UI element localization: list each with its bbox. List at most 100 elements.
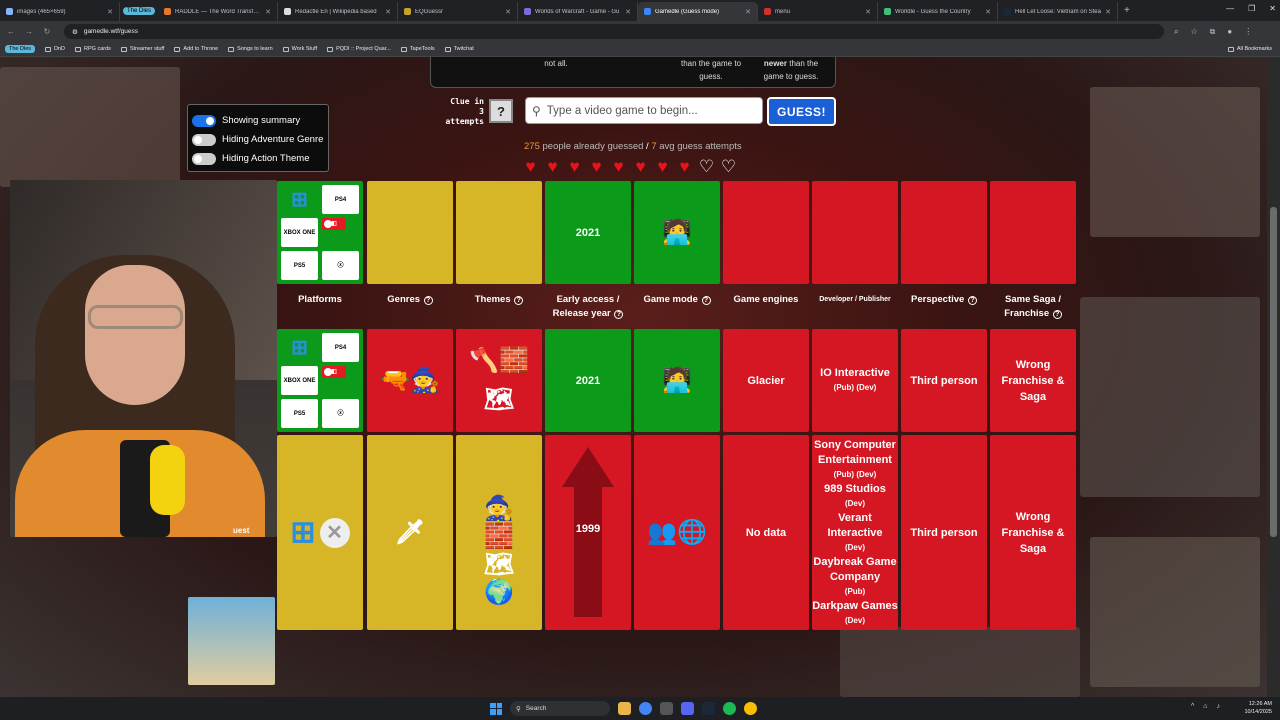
bookmark-pqdi[interactable]: PQDI :: Project Quar... bbox=[327, 46, 391, 52]
close-icon[interactable]: ✕ bbox=[265, 8, 271, 16]
close-icon[interactable]: ✕ bbox=[505, 8, 511, 16]
guess-button[interactable]: GUESS! bbox=[767, 97, 836, 126]
link-icon bbox=[327, 46, 334, 52]
close-window-icon[interactable]: ✕ bbox=[1269, 4, 1276, 13]
tab-worlds-of-warcraft[interactable]: Worlds of Warcraft - Game - Gu ✕ bbox=[518, 2, 639, 21]
discord-icon[interactable] bbox=[681, 702, 694, 715]
shooter-icon: 🔫 bbox=[380, 366, 410, 394]
clock[interactable]: 12:26 AM 10/14/2025 bbox=[1244, 700, 1272, 716]
header-release[interactable]: Early access / Release year ? bbox=[545, 293, 631, 321]
address-bar[interactable]: ⚙ gamedle.wtf/guess bbox=[64, 24, 1164, 39]
new-tab-icon[interactable]: + bbox=[1124, 5, 1130, 16]
help-icon[interactable]: ? bbox=[423, 296, 433, 305]
row2-genres-tile: 🗡 bbox=[367, 435, 453, 630]
spotify-icon[interactable] bbox=[723, 702, 736, 715]
all-bookmarks[interactable]: All Bookmarks bbox=[1227, 46, 1272, 52]
bookmark-twitchat[interactable]: Twitchat bbox=[444, 46, 474, 52]
bookmark-tapetools[interactable]: TapeTools bbox=[400, 46, 435, 52]
bookmark-rpg-cards[interactable]: RPG cards bbox=[75, 46, 111, 52]
network-icon[interactable]: ⌂ bbox=[1203, 703, 1207, 710]
close-icon[interactable]: ✕ bbox=[985, 8, 991, 16]
site-info-icon[interactable]: ⚙ bbox=[72, 28, 78, 36]
back-icon[interactable]: ← bbox=[4, 27, 18, 36]
scrollbar-thumb[interactable] bbox=[1270, 207, 1277, 537]
gamedle-page: not all. than the game to guess. newer t… bbox=[0, 57, 1280, 697]
maximize-icon[interactable]: ❐ bbox=[1248, 4, 1255, 13]
toggle-panel: Showing summary Hiding Adventure Genre H… bbox=[187, 104, 329, 172]
header-saga[interactable]: Same Saga / Franchise ? bbox=[990, 293, 1076, 321]
row1-engine-tile: Glacier bbox=[723, 329, 809, 432]
bookmark-streamer-stuff[interactable]: Streamer stuff bbox=[120, 46, 164, 52]
file-explorer-icon[interactable] bbox=[618, 702, 631, 715]
chrome-icon[interactable] bbox=[639, 702, 652, 715]
close-icon[interactable]: ✕ bbox=[745, 8, 751, 16]
close-icon[interactable]: ✕ bbox=[1105, 8, 1111, 16]
steam-icon[interactable] bbox=[702, 702, 715, 715]
volume-icon[interactable]: ♪ bbox=[1217, 703, 1221, 710]
bookmark-dnd[interactable]: DnD bbox=[45, 46, 65, 52]
chrome-canary-icon[interactable] bbox=[744, 702, 757, 715]
minimize-icon[interactable]: — bbox=[1226, 4, 1234, 13]
tab-gamedle[interactable]: Gamedle (Guess mode) ✕ bbox=[638, 2, 759, 21]
toggle-action-theme[interactable]: Hiding Action Theme bbox=[192, 149, 324, 168]
toggle-switch[interactable] bbox=[192, 133, 216, 146]
toggle-summary[interactable]: Showing summary bbox=[192, 111, 324, 130]
help-icon[interactable]: ? bbox=[514, 296, 524, 305]
bookmark-add-to-throne[interactable]: Add to Throne bbox=[174, 46, 218, 52]
tab-redactle[interactable]: Redactle En | Wikipedia based ✕ bbox=[278, 2, 399, 21]
tab-hell-let-loose[interactable]: Hell Let Loose: Vietnam on Stea ✕ bbox=[998, 2, 1119, 21]
tab-eqguessr[interactable]: EQGuessr ✕ bbox=[398, 2, 519, 21]
bookmark-the-dles[interactable]: The Dles bbox=[5, 45, 36, 53]
extensions-icon[interactable]: ⧉ bbox=[1210, 27, 1216, 37]
mystery-clue-icon[interactable]: ? bbox=[489, 99, 513, 123]
switch-icon: ◧ bbox=[322, 366, 346, 378]
ps4-icon: PS4 bbox=[322, 333, 359, 362]
search-placeholder: Type a video game to begin... bbox=[546, 104, 698, 117]
app-icon[interactable] bbox=[660, 702, 673, 715]
row1-platforms-tile: ⊞ PS4 XBOX ONE ◧ PS5 ⓧ bbox=[277, 329, 363, 432]
header-platforms: Platforms bbox=[298, 294, 342, 305]
row1-perspective-tile: Third person bbox=[901, 329, 987, 432]
favicon-icon bbox=[164, 8, 172, 15]
close-icon[interactable]: ✕ bbox=[865, 8, 871, 16]
toggle-switch[interactable] bbox=[192, 114, 216, 127]
bookmark-work-stuff[interactable]: Work Stuff bbox=[282, 46, 317, 52]
toggle-adventure-genre[interactable]: Hiding Adventure Genre bbox=[192, 130, 324, 149]
summary-genres-tile bbox=[367, 181, 453, 284]
bookmark-star-icon[interactable]: ☆ bbox=[1190, 27, 1197, 37]
map-icon: 🗺 bbox=[483, 386, 515, 414]
close-icon[interactable]: ✕ bbox=[385, 8, 391, 16]
toggle-switch[interactable] bbox=[192, 152, 216, 165]
reload-icon[interactable]: ↻ bbox=[40, 27, 54, 36]
search-input[interactable]: ⚲ Type a video game to begin... bbox=[525, 97, 763, 124]
header-perspective[interactable]: Perspective ? bbox=[901, 293, 987, 307]
taskbar-search[interactable]: ⚲ Search bbox=[510, 701, 610, 716]
help-icon[interactable]: ? bbox=[1052, 310, 1062, 319]
forward-icon[interactable]: → bbox=[22, 27, 36, 36]
help-icon[interactable]: ? bbox=[701, 296, 711, 305]
bookmark-songs-to-learn[interactable]: Songs to learn bbox=[228, 46, 273, 52]
close-icon[interactable]: ✕ bbox=[625, 8, 631, 16]
menu-icon[interactable]: ⋮ bbox=[1244, 27, 1252, 37]
heart-filled-icon: ♥ bbox=[591, 157, 602, 176]
tab-images[interactable]: images (465×659) ✕ bbox=[0, 2, 120, 21]
zoom-icon[interactable]: ⌕ bbox=[1174, 27, 1178, 37]
tab-raddle[interactable]: RADDLE — The Word Transform ✕ bbox=[158, 2, 279, 21]
folder-icon bbox=[45, 46, 52, 52]
header-genres[interactable]: Genres ? bbox=[367, 293, 453, 307]
tab-group-the-dles[interactable]: The Dles bbox=[123, 6, 156, 15]
row1-dev-tile: IO Interactive (Pub) (Dev) bbox=[812, 329, 898, 432]
chevron-up-icon[interactable]: ^ bbox=[1191, 703, 1194, 710]
header-themes[interactable]: Themes ? bbox=[456, 293, 542, 307]
start-icon[interactable] bbox=[490, 702, 502, 715]
profile-icon[interactable]: ● bbox=[1227, 27, 1232, 37]
help-icon[interactable]: ? bbox=[967, 296, 977, 305]
tab-worldle[interactable]: Worldle - Guess the Country ✕ bbox=[878, 2, 999, 21]
help-icon[interactable]: ? bbox=[614, 310, 624, 319]
page-scrollbar[interactable] bbox=[1267, 57, 1280, 697]
header-game-mode[interactable]: Game mode ? bbox=[634, 293, 720, 307]
close-icon[interactable]: ✕ bbox=[107, 8, 113, 16]
background-photo bbox=[1090, 537, 1260, 687]
tab-menu[interactable]: menu ✕ bbox=[758, 2, 879, 21]
folder-icon bbox=[75, 46, 82, 52]
